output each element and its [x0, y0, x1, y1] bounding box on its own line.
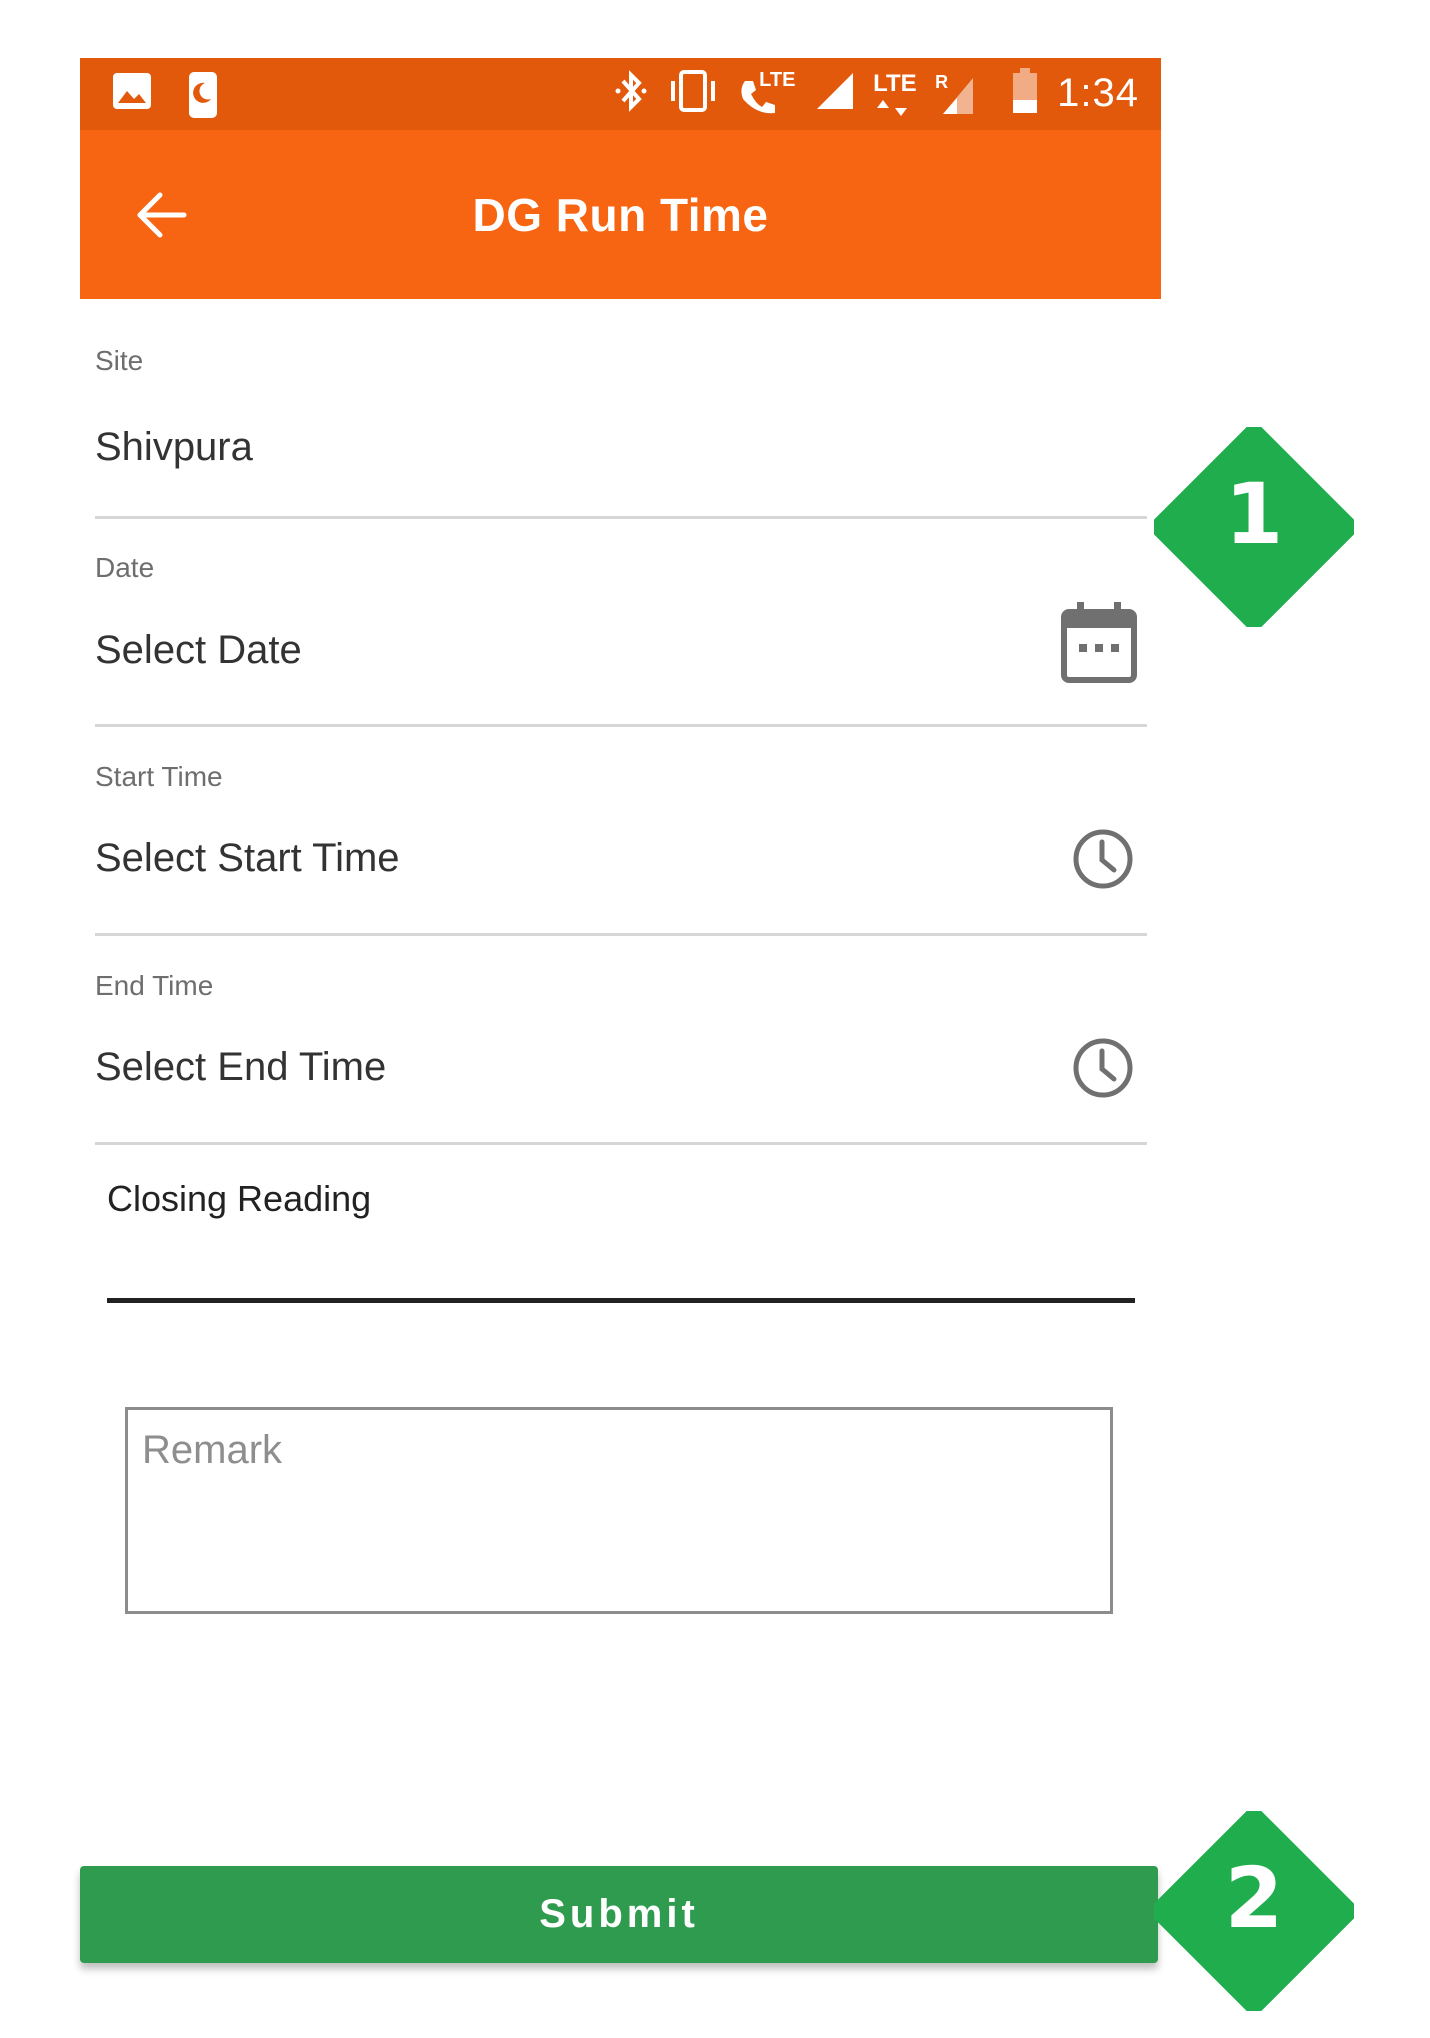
signal-icon — [815, 71, 855, 116]
bluetooth-icon — [613, 69, 649, 118]
clock-icon[interactable] — [1072, 828, 1134, 895]
page-title: DG Run Time — [472, 189, 769, 241]
date-field[interactable]: Date Select Date — [95, 552, 1147, 784]
remark-placeholder: Remark — [142, 1428, 283, 1472]
closing-reading-input[interactable] — [107, 1298, 1135, 1303]
lte-icon: LTE — [873, 70, 917, 118]
phone-screen: LTE LTE R 1:34 DG Run Time Site Shivpura… — [80, 58, 1161, 2038]
submit-button[interactable]: Submit — [80, 1866, 1158, 1963]
site-label: Site — [95, 345, 144, 376]
end-time-underline — [95, 1142, 1147, 1145]
end-time-label: End Time — [95, 970, 214, 1001]
date-underline — [95, 724, 1147, 727]
moon-icon — [188, 71, 218, 124]
roaming-signal-icon: R — [935, 72, 975, 116]
app-bar: DG Run Time — [80, 130, 1161, 299]
status-bar: LTE LTE R 1:34 — [80, 58, 1161, 130]
date-value: Select Date — [95, 628, 302, 672]
site-value: Shivpura — [95, 425, 253, 469]
step-marker-1-number: 1 — [1224, 465, 1284, 563]
start-time-value: Select Start Time — [95, 836, 400, 880]
closing-reading-label: Closing Reading — [107, 1178, 372, 1219]
start-time-label: Start Time — [95, 761, 223, 792]
lte-label: LTE — [873, 69, 917, 97]
vibrate-icon — [667, 69, 719, 118]
start-time-field[interactable]: Start Time Select Start Time — [95, 761, 1147, 993]
clock-icon[interactable] — [1072, 1037, 1134, 1104]
site-field[interactable]: Site Shivpura — [95, 345, 1147, 577]
call-lte-badge: LTE — [759, 68, 796, 91]
volte-call-icon: LTE — [737, 68, 797, 117]
remark-textarea[interactable]: Remark — [125, 1407, 1113, 1614]
end-time-value: Select End Time — [95, 1045, 387, 1089]
start-time-underline — [95, 933, 1147, 936]
step-marker-1: 1 — [1150, 423, 1358, 631]
date-label: Date — [95, 552, 155, 583]
calendar-icon[interactable] — [1061, 600, 1137, 689]
battery-icon — [1011, 68, 1039, 119]
status-time: 1:34 — [1057, 71, 1139, 115]
step-marker-2-number: 2 — [1224, 1849, 1284, 1947]
site-underline — [95, 516, 1147, 519]
step-marker-2: 2 — [1150, 1807, 1358, 2015]
image-icon — [112, 71, 152, 124]
end-time-field[interactable]: End Time Select End Time — [95, 970, 1147, 1202]
